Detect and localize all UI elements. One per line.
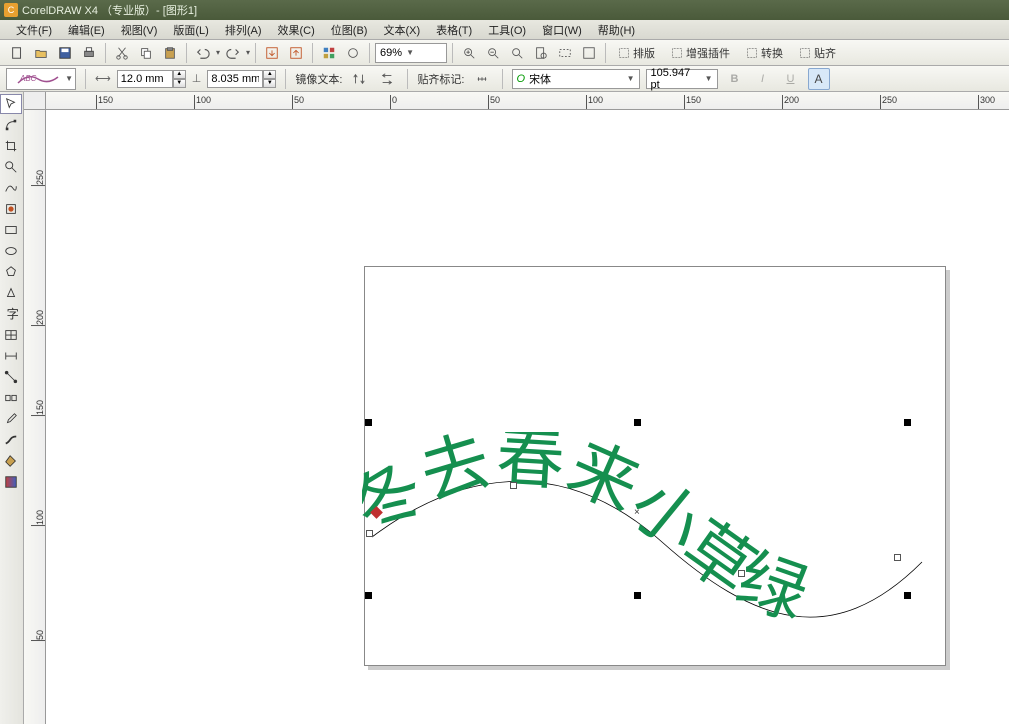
open-button[interactable] — [30, 42, 52, 64]
basic-shapes-tool[interactable] — [0, 283, 22, 303]
svg-text:ABC: ABC — [19, 74, 37, 83]
center-marker[interactable]: × — [634, 507, 640, 518]
app-icon: C — [4, 3, 18, 17]
paste-button[interactable] — [159, 42, 181, 64]
dimension-tool[interactable] — [0, 346, 22, 366]
canvas-area[interactable]: 15010050050100150200250300 2502001501005… — [24, 92, 1009, 724]
italic-button[interactable]: I — [752, 68, 774, 90]
handle-br[interactable] — [365, 592, 372, 599]
convert-button[interactable]: 转换 — [739, 42, 790, 64]
plugin-button[interactable]: 增强插件 — [664, 42, 737, 64]
app-title: CorelDRAW X4 （专业版）- [图形1] — [22, 2, 197, 18]
offset-x-icon: ⟷ — [95, 72, 111, 85]
menu-help[interactable]: 帮助(H) — [590, 20, 643, 40]
polygon-tool[interactable] — [0, 262, 22, 282]
page — [364, 266, 946, 666]
property-bar: ABC ▼ ⟷ ▲▼ ⊥ ▲▼ 镜像文本: 贴齐标记: O宋体▼ 105.947… — [0, 66, 1009, 92]
menu-window[interactable]: 窗口(W) — [534, 20, 590, 40]
align-button[interactable]: 贴齐 — [792, 42, 843, 64]
snap-tick-button[interactable] — [471, 68, 493, 90]
pick-tool[interactable] — [0, 94, 22, 114]
zoom-all-icon[interactable] — [578, 42, 600, 64]
outline-tool[interactable] — [0, 430, 22, 450]
mirror-label: 镜像文本: — [295, 71, 342, 87]
zoom-page-icon[interactable] — [530, 42, 552, 64]
bold-button[interactable]: B — [724, 68, 746, 90]
menu-view[interactable]: 视图(V) — [113, 20, 166, 40]
menu-file[interactable]: 文件(F) — [8, 20, 60, 40]
toolbox: 字 — [0, 92, 24, 724]
new-button[interactable] — [6, 42, 28, 64]
offset-y-spinner[interactable]: ▲▼ — [207, 70, 276, 88]
menu-table[interactable]: 表格(T) — [428, 20, 480, 40]
workspace: 字 15010050050100150200250300 25020015010… — [0, 92, 1009, 724]
node-1[interactable] — [366, 530, 373, 537]
mirror-h-button[interactable] — [348, 68, 370, 90]
app-launcher-button[interactable] — [318, 42, 340, 64]
node-3[interactable] — [738, 570, 745, 577]
text-path-preset[interactable]: ABC ▼ — [6, 68, 76, 90]
zoom-tool[interactable] — [0, 157, 22, 177]
title-bar: C CorelDRAW X4 （专业版）- [图形1] — [0, 0, 1009, 20]
snap-label: 贴齐标记: — [417, 71, 464, 87]
svg-text:字: 字 — [7, 307, 18, 321]
handle-tr[interactable] — [904, 419, 911, 426]
offset-x-spinner[interactable]: ▲▼ — [117, 70, 186, 88]
handle-tm[interactable] — [634, 419, 641, 426]
underline-button[interactable]: U — [780, 68, 802, 90]
handle-tl[interactable] — [365, 419, 372, 426]
zoom-selection-icon[interactable] — [554, 42, 576, 64]
print-button[interactable] — [78, 42, 100, 64]
ruler-corner[interactable] — [24, 92, 46, 110]
mirror-v-button[interactable] — [376, 68, 398, 90]
handle-bl[interactable] — [904, 592, 911, 599]
interactive-fill-tool[interactable] — [0, 472, 22, 492]
node-4[interactable] — [894, 554, 901, 561]
rectangle-tool[interactable] — [0, 220, 22, 240]
copy-button[interactable] — [135, 42, 157, 64]
standard-toolbar: ▾ ▾ 69%▼ 排版 增强插件 转换 贴齐 — [0, 40, 1009, 66]
connector-tool[interactable] — [0, 367, 22, 387]
zoom-combo[interactable]: 69%▼ — [375, 43, 447, 63]
menu-bitmaps[interactable]: 位图(B) — [323, 20, 376, 40]
font-combo[interactable]: O宋体▼ — [512, 69, 640, 89]
zoom-out-icon[interactable] — [482, 42, 504, 64]
menu-layout[interactable]: 版面(L) — [165, 20, 216, 40]
eyedropper-tool[interactable] — [0, 409, 22, 429]
import-button[interactable] — [261, 42, 283, 64]
ellipse-tool[interactable] — [0, 241, 22, 261]
table-tool[interactable] — [0, 325, 22, 345]
freehand-tool[interactable] — [0, 178, 22, 198]
export-button[interactable] — [285, 42, 307, 64]
menu-bar: 文件(F) 编辑(E) 视图(V) 版面(L) 排列(A) 效果(C) 位图(B… — [0, 20, 1009, 40]
font-size-combo[interactable]: 105.947 pt▼ — [646, 69, 718, 89]
menu-effects[interactable]: 效果(C) — [270, 20, 323, 40]
welcome-button[interactable] — [342, 42, 364, 64]
save-button[interactable] — [54, 42, 76, 64]
layout-button[interactable]: 排版 — [611, 42, 662, 64]
char-format-button[interactable]: A — [808, 68, 830, 90]
ruler-horizontal[interactable]: 15010050050100150200250300 — [46, 92, 1009, 110]
node-2[interactable] — [510, 482, 517, 489]
cut-button[interactable] — [111, 42, 133, 64]
zoom-in-icon[interactable] — [458, 42, 480, 64]
zoom-fit-icon[interactable] — [506, 42, 528, 64]
smart-fill-tool[interactable] — [0, 199, 22, 219]
handle-bm[interactable] — [634, 592, 641, 599]
fill-tool[interactable] — [0, 451, 22, 471]
undo-button[interactable] — [192, 42, 214, 64]
offset-y-icon: ⊥ — [192, 72, 202, 85]
menu-tools[interactable]: 工具(O) — [480, 20, 534, 40]
crop-tool[interactable] — [0, 136, 22, 156]
menu-text[interactable]: 文本(X) — [375, 20, 428, 40]
menu-edit[interactable]: 编辑(E) — [60, 20, 113, 40]
shape-tool[interactable] — [0, 115, 22, 135]
menu-arrange[interactable]: 排列(A) — [217, 20, 270, 40]
text-tool[interactable]: 字 — [0, 304, 22, 324]
ruler-vertical[interactable]: 25020015010050 — [24, 110, 46, 724]
interactive-blend-tool[interactable] — [0, 388, 22, 408]
redo-button[interactable] — [222, 42, 244, 64]
